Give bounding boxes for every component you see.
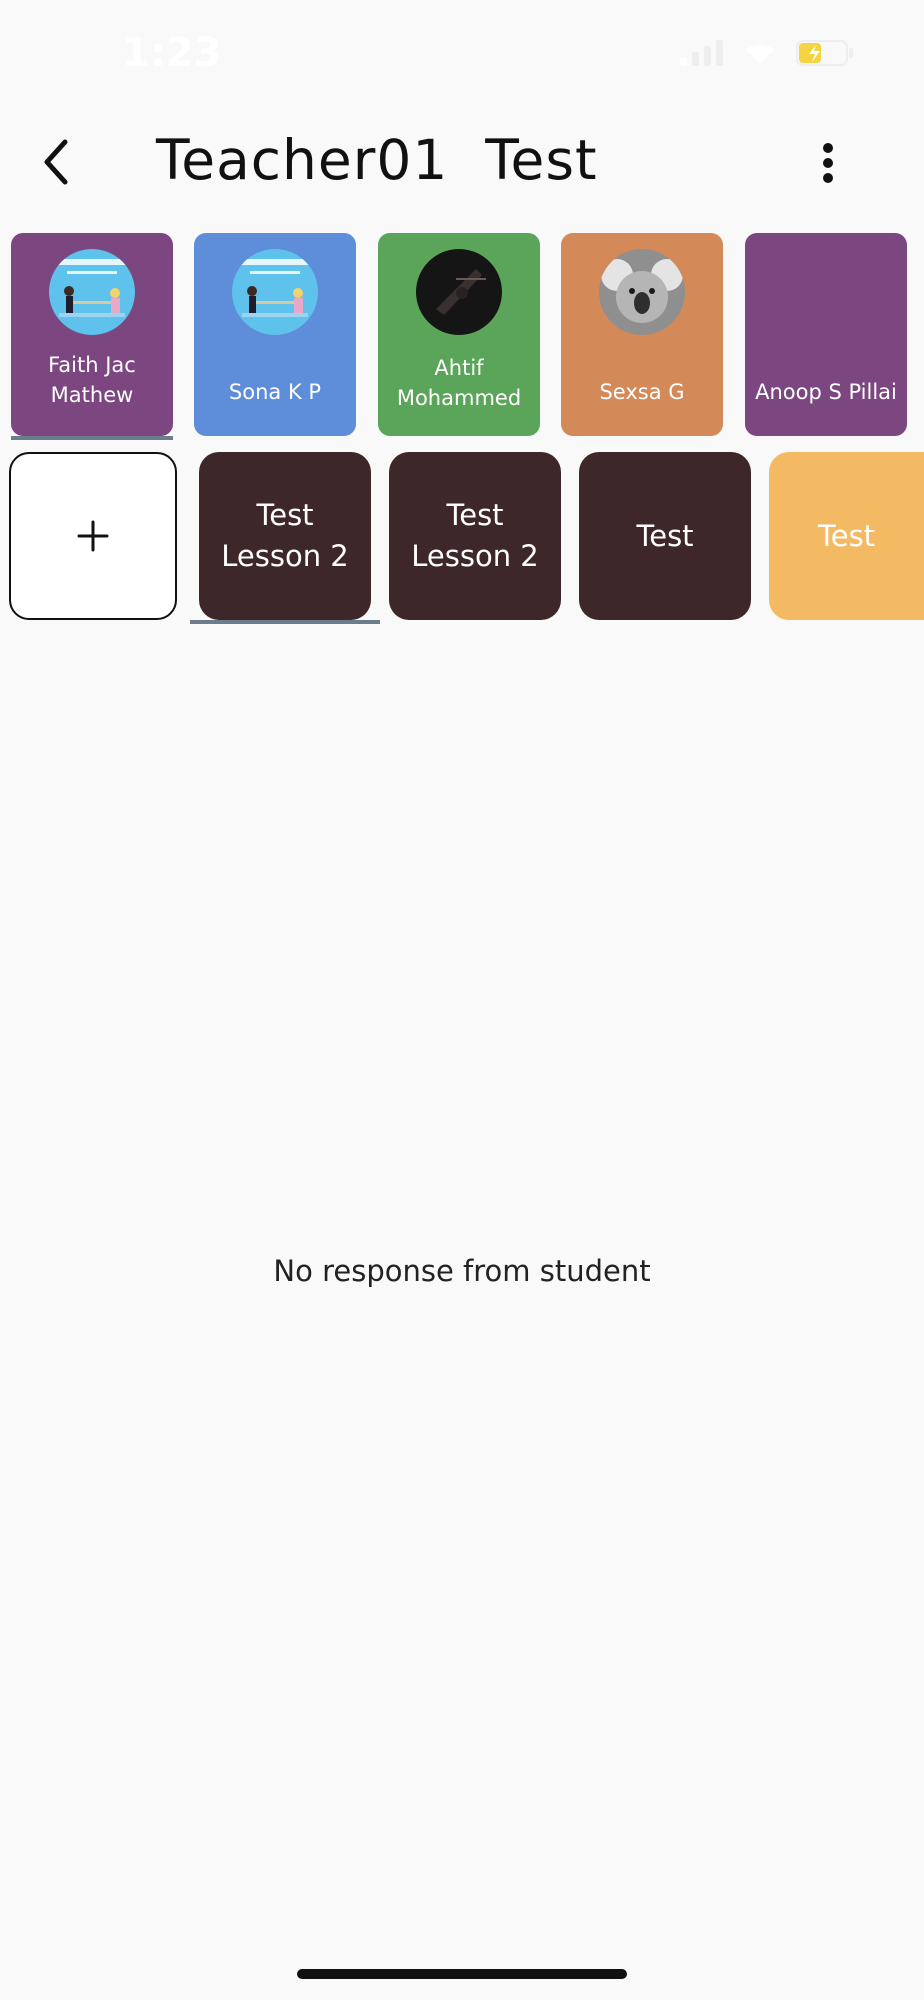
student-card-ahtif[interactable]: Ahtif Mohammed — [378, 233, 540, 436]
student-name: Sona K P — [228, 380, 322, 404]
student-name: Sexsa G — [599, 380, 685, 404]
student-card-sexsa[interactable]: Sexsa G — [561, 233, 723, 436]
selected-student-indicator — [11, 436, 173, 440]
empty-state-message: No response from student — [273, 1254, 651, 1288]
selected-lesson-indicator — [190, 620, 380, 624]
screen: 1:23 Teacher01 Test Faith Jac Mathew Son… — [0, 0, 924, 2000]
home-indicator[interactable] — [297, 1969, 627, 1979]
add-lesson-button[interactable] — [9, 452, 177, 620]
lesson-card[interactable]: Test — [579, 452, 751, 620]
student-name: Anoop S Pillai — [755, 380, 897, 404]
student-avatar — [416, 249, 502, 335]
lesson-card[interactable]: Test Lesson 2 — [389, 452, 561, 620]
wifi-icon — [746, 44, 774, 64]
koala-avatar-icon — [599, 249, 685, 335]
back-button[interactable] — [26, 132, 86, 192]
status-bar: 1:23 — [0, 0, 924, 110]
more-vertical-icon — [823, 143, 833, 183]
tug-of-war-avatar-icon — [232, 249, 318, 335]
student-name: Faith Jac Mathew — [48, 353, 136, 407]
student-card-anoop[interactable]: Anoop S Pillai — [745, 233, 907, 436]
student-avatar — [232, 249, 318, 335]
signal-icon — [680, 40, 723, 66]
lesson-card[interactable]: Test Lesson 2 — [199, 452, 371, 620]
page-title: Teacher01 Test — [156, 128, 598, 192]
student-name: Ahtif Mohammed — [396, 356, 522, 410]
student-card-sona[interactable]: Sona K P — [194, 233, 356, 436]
status-icons — [680, 40, 854, 66]
plus-icon — [77, 520, 109, 552]
lesson-card[interactable]: Test — [769, 452, 924, 620]
more-menu-button[interactable] — [808, 135, 848, 191]
chevron-left-icon — [44, 139, 68, 185]
student-avatar — [599, 249, 685, 335]
battery-icon — [796, 40, 853, 66]
status-time: 1:23 — [122, 30, 222, 76]
tug-of-war-avatar-icon — [49, 249, 135, 335]
student-card-faith[interactable]: Faith Jac Mathew — [11, 233, 173, 436]
student-avatar — [49, 249, 135, 335]
dark-photo-avatar-icon — [416, 249, 502, 335]
